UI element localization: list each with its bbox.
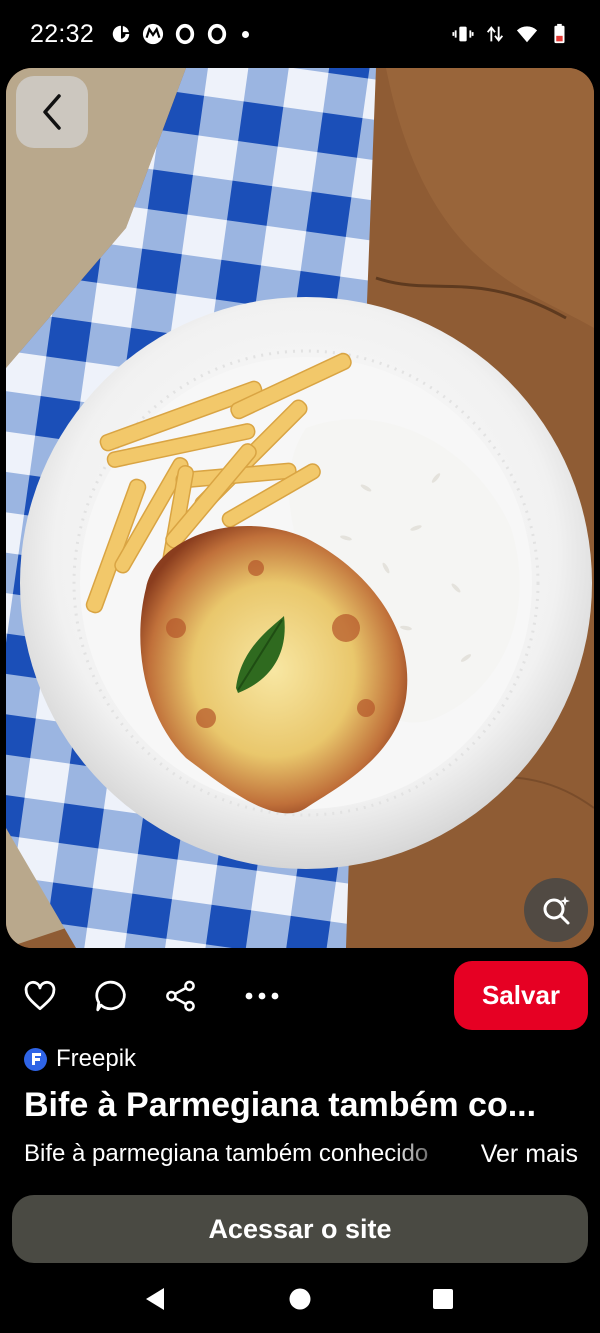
see-more-link[interactable]: Ver mais (481, 1140, 578, 1169)
nav-recents-button[interactable] (428, 1284, 458, 1314)
battery-low-icon (554, 23, 565, 44)
home-circle-icon (289, 1288, 311, 1310)
system-nav-bar (0, 1268, 600, 1333)
notification-o-icon (207, 23, 227, 45)
status-notification-icons (110, 20, 249, 48)
wifi-icon (516, 26, 538, 43)
data-arrows-icon (486, 26, 504, 42)
save-button[interactable]: Salvar (454, 961, 588, 1030)
status-time: 22:32 (30, 20, 95, 48)
status-bar: 22:32 (0, 0, 600, 68)
pin-source[interactable]: Freepik (24, 1044, 136, 1074)
nav-back-button[interactable] (140, 1284, 170, 1314)
data-saver-icon (112, 25, 130, 43)
share-button[interactable] (163, 978, 199, 1014)
comment-button[interactable] (93, 978, 129, 1014)
like-button[interactable] (22, 978, 58, 1014)
visit-site-button[interactable]: Acessar o site (12, 1195, 588, 1263)
food-photo (6, 68, 594, 948)
pin-description: Bife à parmegiana também conhecido (24, 1140, 429, 1167)
pin-actions: Salvar (0, 960, 600, 1032)
status-system-icons (452, 20, 570, 48)
back-button[interactable] (16, 76, 88, 148)
visual-search-button[interactable] (524, 878, 588, 942)
comment-icon (95, 980, 126, 1012)
notification-o-icon (175, 23, 195, 45)
visual-search-icon (543, 896, 570, 925)
more-dots-icon (245, 992, 279, 1000)
share-icon (166, 980, 195, 1012)
pin-image[interactable] (6, 68, 594, 948)
motorola-icon (142, 23, 164, 45)
nav-home-button[interactable] (285, 1284, 315, 1314)
pin-description-row: Bife à parmegiana também conhecido Ver m… (24, 1140, 580, 1174)
pin-title: Bife à Parmegiana também co... (24, 1086, 537, 1124)
source-name[interactable]: Freepik (56, 1045, 136, 1073)
back-triangle-icon (146, 1288, 164, 1310)
vibrate-icon (452, 26, 474, 42)
more-options-button[interactable] (244, 978, 280, 1014)
recents-square-icon (433, 1289, 453, 1309)
source-logo-icon (24, 1047, 47, 1071)
dot-icon (242, 30, 249, 38)
chevron-left-icon (43, 94, 61, 130)
heart-icon (24, 981, 56, 1011)
